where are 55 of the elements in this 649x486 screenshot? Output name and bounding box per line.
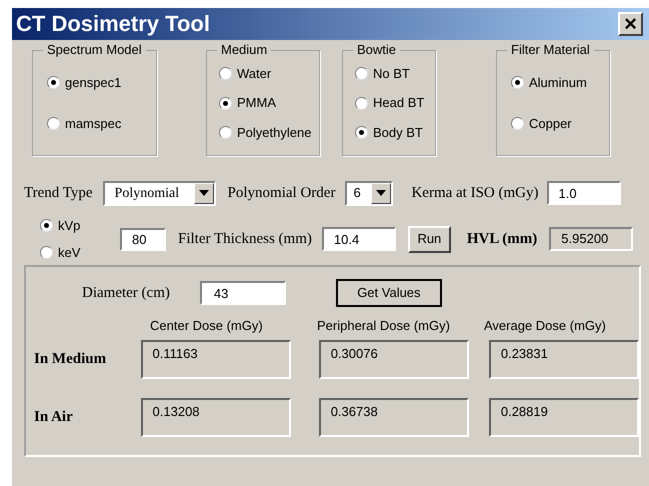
- radio-button[interactable]: [47, 76, 60, 89]
- radio-label: Copper: [529, 115, 572, 133]
- dose-output: 0.36738: [318, 398, 469, 436]
- radio-label: Water: [237, 64, 272, 83]
- radio-button[interactable]: [511, 76, 524, 89]
- dose-output: 0.28819: [488, 398, 640, 436]
- radio-label: PMMA: [237, 94, 276, 112]
- order-dropdown[interactable]: 6: [345, 180, 394, 206]
- radio-button[interactable]: [219, 126, 232, 139]
- field-label: HVL (mm): [466, 230, 538, 249]
- dose-output: 0.13208: [140, 398, 291, 436]
- dose-output: 0.11163: [140, 340, 291, 378]
- radio-label: genspec1: [65, 74, 122, 92]
- dropdown-value: Polynomial: [114, 184, 180, 202]
- field-label: Kerma at ISO (mGy): [411, 184, 538, 203]
- get-values-button[interactable]: Get Values: [336, 279, 442, 307]
- diameter-field[interactable]: 43: [200, 281, 286, 305]
- radio-label: Head BT: [373, 94, 424, 112]
- field-label: Diameter (cm): [82, 284, 170, 303]
- radio-button[interactable]: [355, 126, 368, 139]
- close-button[interactable]: ×: [618, 12, 643, 36]
- dropdown-value: 6: [352, 184, 362, 202]
- dose-output: 0.30076: [318, 340, 469, 378]
- field-label: Polynomial Order: [228, 184, 336, 203]
- filter-thickness-field[interactable]: 10.4: [322, 227, 396, 251]
- radio-button[interactable]: [219, 96, 232, 110]
- window-title: CT Dosimetry Tool: [16, 13, 210, 35]
- radio-label: keV: [58, 244, 80, 262]
- radio-button[interactable]: [40, 218, 53, 232]
- radio-button[interactable]: [355, 67, 368, 80]
- radio-label: kVp: [58, 216, 80, 235]
- radio-button[interactable]: [40, 246, 53, 260]
- radio-button[interactable]: [511, 117, 524, 130]
- energy-field[interactable]: 80: [120, 228, 166, 250]
- radio-label: Polyethylene: [237, 124, 312, 142]
- field-label: Trend Type: [24, 184, 93, 203]
- row-label: In Air: [33, 408, 74, 427]
- radio-label: Aluminum: [529, 74, 587, 92]
- dose-output: 0.23831: [488, 340, 640, 378]
- radio-button[interactable]: [355, 96, 368, 110]
- column-header: Peripheral Dose (mGy): [317, 316, 451, 335]
- kerma-field[interactable]: 1.0: [546, 181, 620, 205]
- run-button[interactable]: Run: [408, 226, 451, 252]
- trend-type-dropdown[interactable]: Polynomial: [102, 180, 216, 206]
- radio-label: Body BT: [373, 124, 423, 142]
- hvl-output: 5.95200: [549, 227, 634, 251]
- column-header: Average Dose (mGy): [484, 316, 607, 335]
- radio-label: No BT: [373, 64, 410, 83]
- radio-button[interactable]: [47, 117, 60, 130]
- group-label: Spectrum Model: [43, 42, 146, 58]
- row-label: In Medium: [33, 350, 108, 369]
- column-header: Center Dose (mGy): [149, 316, 264, 335]
- radio-label: mamspec: [65, 115, 122, 133]
- field-label: Filter Thickness (mm): [178, 230, 312, 249]
- radio-button[interactable]: [219, 67, 232, 80]
